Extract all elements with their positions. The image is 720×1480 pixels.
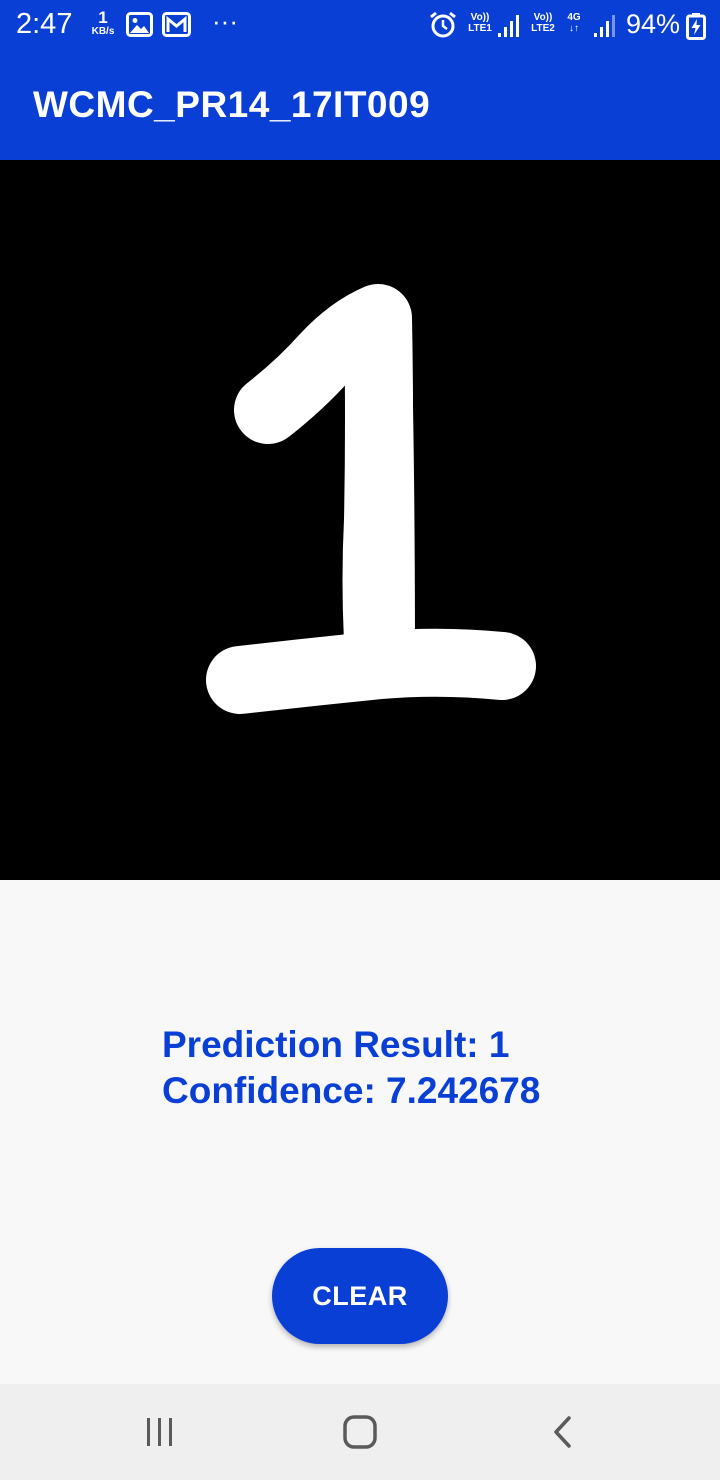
home-button[interactable] — [300, 1384, 420, 1480]
sim1-label: Vo)) LTE1 — [464, 12, 496, 34]
drawn-digit-stroke — [206, 284, 536, 714]
prediction-result: Prediction Result: 1 — [162, 1024, 510, 1065]
network-speed: 1 KB/s — [86, 9, 120, 37]
data-arrows-icon: ↓↑ — [569, 23, 579, 34]
sim2-lte-text: LTE2 — [531, 23, 555, 34]
sim2-label: Vo)) LTE2 — [527, 12, 559, 34]
app-title: WCMC_PR14_17IT009 — [33, 84, 431, 125]
screen: 2:47 1 KB/s ··· Vo)) LTE1 Vo)) LTE2 4G ↓… — [0, 0, 720, 1480]
battery-percent: 94% — [626, 9, 681, 39]
drawing-canvas[interactable] — [0, 160, 720, 880]
sim2-volte-text: Vo)) — [533, 12, 553, 23]
sim1-volte-text: Vo)) — [470, 12, 490, 23]
overflow-indicator: ··· — [212, 6, 238, 36]
network-type: 4G ↓↑ — [563, 12, 585, 34]
signal-icon — [594, 14, 616, 43]
navigation-bar — [0, 1384, 720, 1480]
alarm-icon — [429, 11, 457, 44]
app-bar: WCMC_PR14_17IT009 — [0, 52, 720, 160]
back-button[interactable] — [503, 1384, 623, 1480]
sim1-lte-text: LTE1 — [468, 23, 492, 34]
network-type-text: 4G — [567, 12, 581, 23]
network-speed-unit: KB/s — [91, 26, 115, 37]
home-icon — [343, 1415, 377, 1449]
status-time: 2:47 — [16, 8, 73, 40]
battery-charging-icon — [686, 13, 706, 45]
status-bar: 2:47 1 KB/s ··· Vo)) LTE1 Vo)) LTE2 4G ↓… — [0, 0, 720, 52]
result-block: Prediction Result: 1 Confidence: 7.24267… — [162, 1022, 540, 1114]
gmail-icon — [162, 12, 191, 42]
gallery-icon — [126, 12, 153, 42]
network-speed-value: 1 — [98, 8, 108, 27]
recents-icon — [147, 1418, 172, 1446]
back-icon — [554, 1416, 571, 1448]
clear-button[interactable]: CLEAR — [272, 1248, 448, 1344]
recents-button[interactable] — [100, 1384, 220, 1480]
signal-icon — [498, 14, 520, 43]
confidence-value: Confidence: 7.242678 — [162, 1070, 541, 1111]
